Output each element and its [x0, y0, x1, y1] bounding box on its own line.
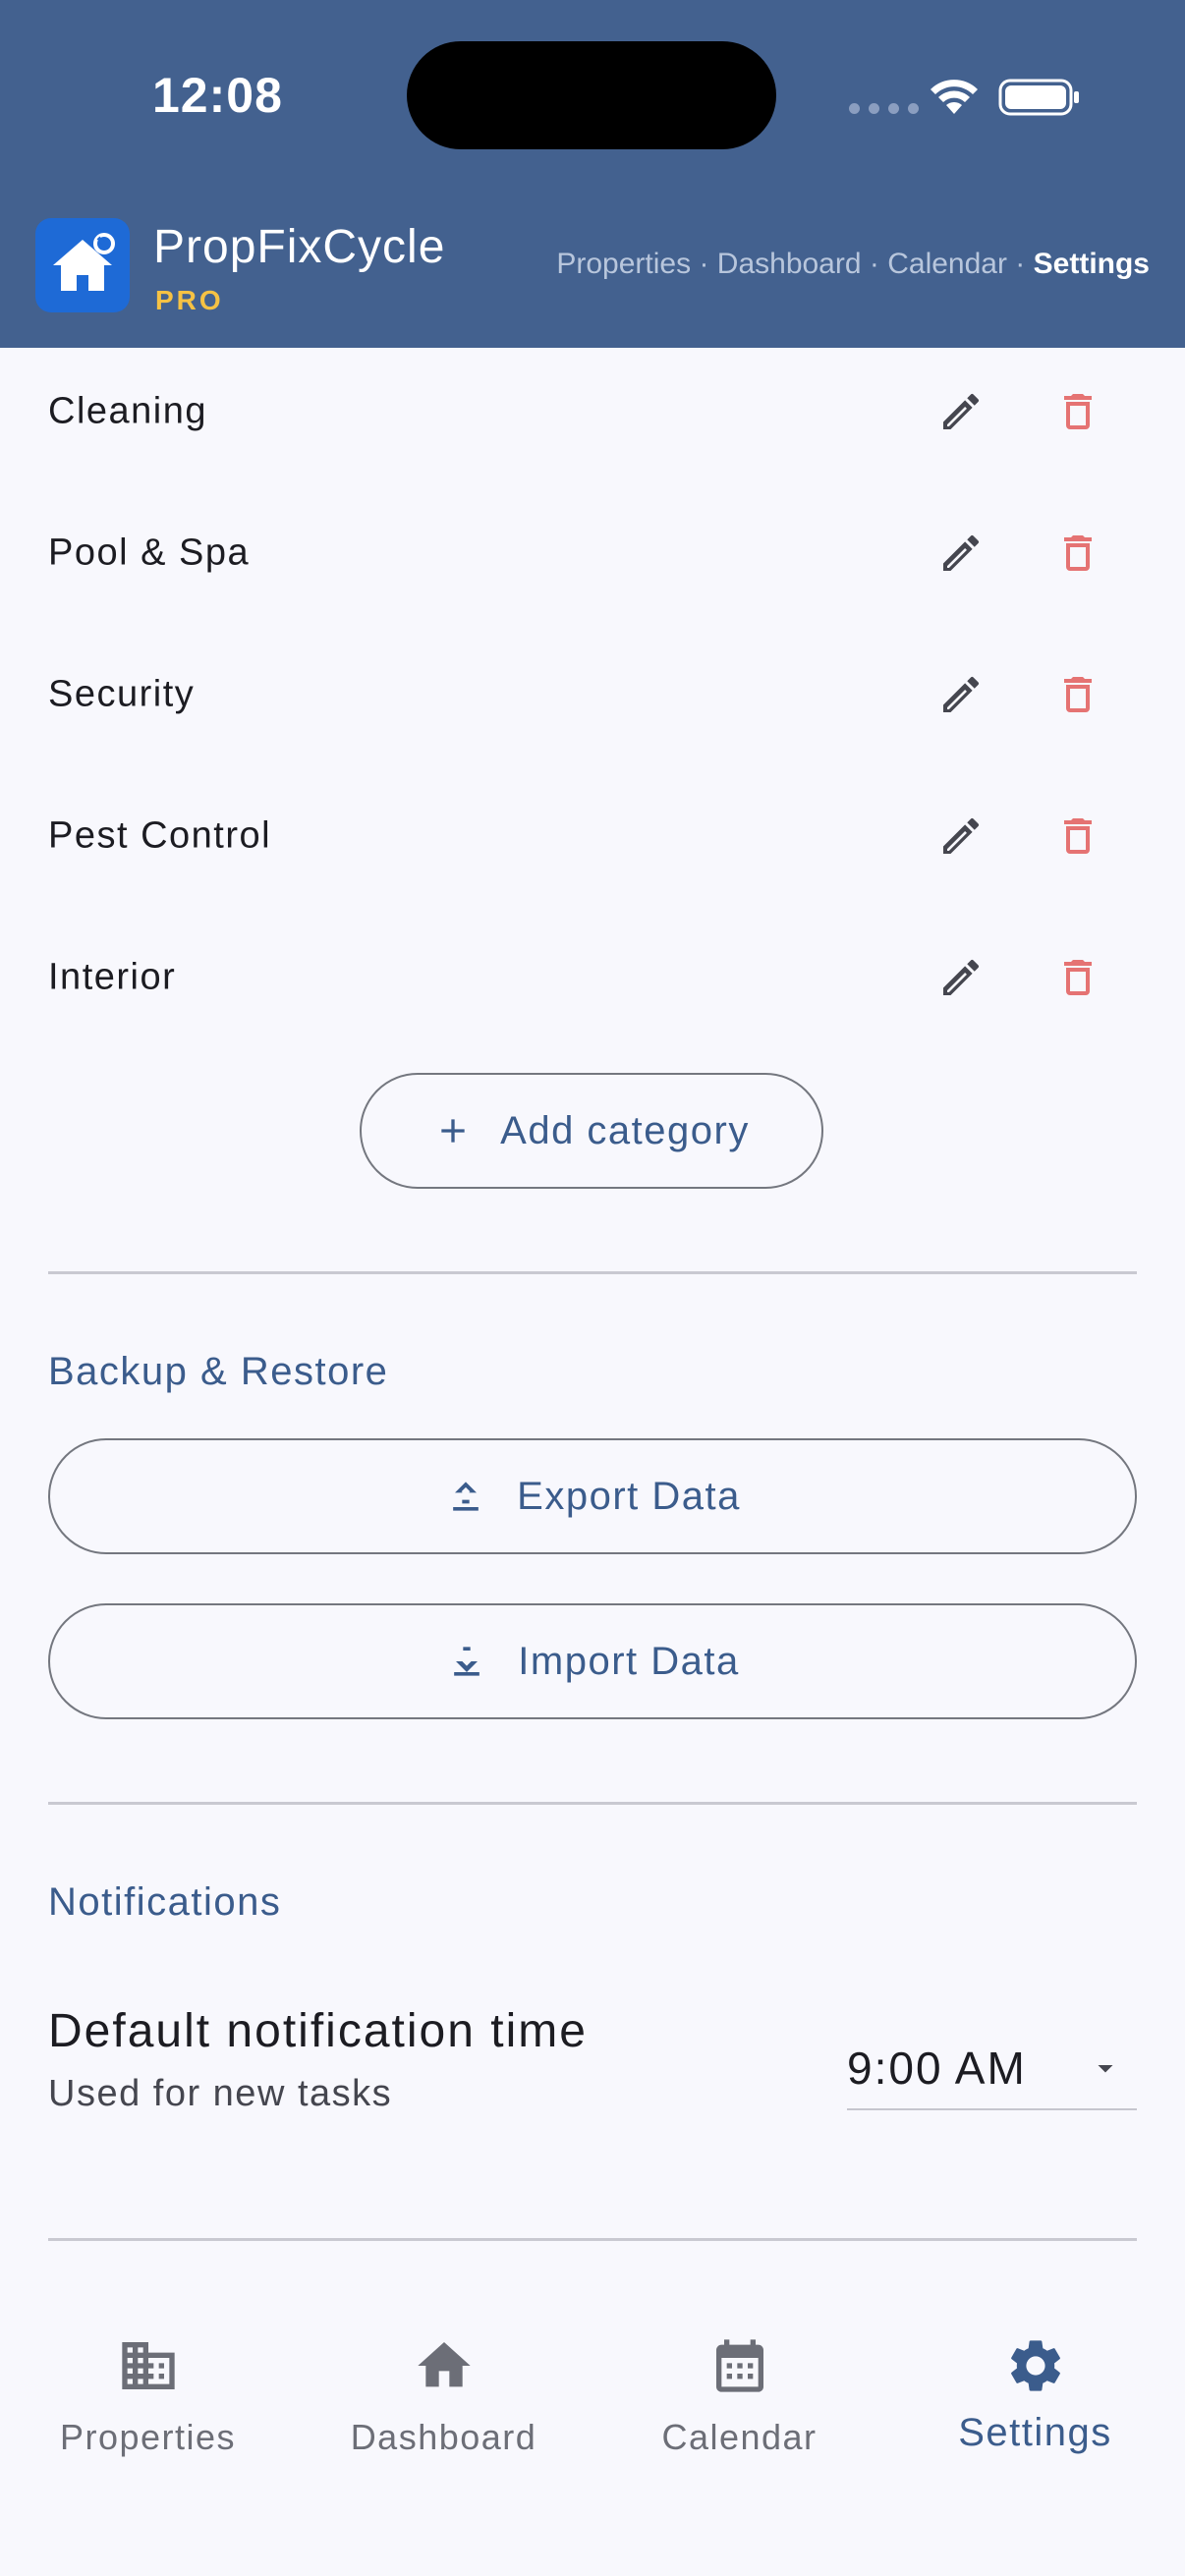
status-time: 12:08 [152, 68, 283, 123]
category-row: Interior [0, 907, 1185, 1048]
house-logo-icon [53, 233, 115, 291]
top-nav-dashboard[interactable]: Dashboard [717, 248, 862, 280]
pencil-icon [943, 393, 980, 429]
category-label: Interior [48, 956, 177, 998]
app-header: 12:08 PropFixCycle PRO Properties · Dash… [0, 0, 1185, 348]
delete-category-button[interactable] [1046, 805, 1109, 868]
divider [48, 1271, 1137, 1274]
app-logo [35, 218, 130, 312]
building-icon [121, 2342, 175, 2389]
top-nav-calendar[interactable]: Calendar [887, 248, 1007, 280]
edit-category-button[interactable] [930, 380, 992, 443]
bottom-nav-label: Settings [958, 2411, 1112, 2454]
trash-icon [1064, 960, 1092, 995]
backup-section-title: Backup & Restore [48, 1350, 389, 1393]
add-category-label: Add category [500, 1108, 750, 1152]
gear-icon [1010, 2340, 1060, 2391]
delete-category-button[interactable] [1046, 522, 1109, 585]
category-row: Cleaning [0, 341, 1185, 482]
edit-category-button[interactable] [930, 805, 992, 868]
bottom-nav-label: Dashboard [350, 2417, 537, 2457]
export-data-label: Export Data [517, 1474, 741, 1518]
bottom-nav-properties[interactable]: Properties [0, 2289, 296, 2505]
top-nav-separator: · [1006, 248, 1034, 280]
plus-icon [441, 1119, 465, 1143]
category-label: Security [48, 673, 196, 715]
top-nav-separator: · [691, 248, 717, 280]
trash-icon [1064, 818, 1092, 854]
upload-icon [453, 1482, 479, 1511]
notifications-section-title: Notifications [48, 1880, 282, 1924]
default-notification-time-label: Default notification time [48, 2005, 588, 2057]
divider [48, 2238, 1137, 2241]
delete-category-button[interactable] [1046, 380, 1109, 443]
category-label: Pest Control [48, 814, 272, 857]
delete-category-button[interactable] [1046, 946, 1109, 1009]
bottom-navigation: Properties Dashboard Calendar Settings [0, 2289, 1185, 2576]
edit-category-button[interactable] [930, 522, 992, 585]
edit-category-button[interactable] [930, 663, 992, 726]
calendar-icon [715, 2339, 763, 2392]
default-notification-time-subtitle: Used for new tasks [48, 2073, 393, 2114]
trash-icon [1064, 394, 1092, 429]
import-data-label: Import Data [518, 1639, 740, 1683]
home-icon [417, 2342, 471, 2387]
dropdown-arrow-icon [1098, 2065, 1113, 2073]
top-nav-separator: · [861, 248, 888, 280]
pro-badge: PRO [155, 285, 224, 315]
category-label: Pool & Spa [48, 532, 251, 574]
export-data-button[interactable]: Export Data [48, 1438, 1137, 1554]
bottom-nav-dashboard[interactable]: Dashboard [296, 2289, 592, 2505]
pencil-icon [943, 534, 980, 571]
bottom-nav-settings[interactable]: Settings [887, 2289, 1183, 2505]
cellular-signal-icon [849, 103, 919, 114]
divider [48, 1802, 1137, 1805]
pencil-icon [943, 676, 980, 712]
notification-time-dropdown[interactable]: 9:00 AM [847, 2028, 1137, 2110]
edit-category-button[interactable] [930, 946, 992, 1009]
wifi-icon [931, 80, 978, 114]
pencil-icon [943, 817, 980, 854]
top-nav-settings[interactable]: Settings [1034, 248, 1150, 280]
top-nav: Properties · Dashboard · Calendar · Sett… [556, 248, 1150, 281]
download-icon [454, 1647, 480, 1676]
delete-category-button[interactable] [1046, 663, 1109, 726]
add-category-button[interactable]: Add category [360, 1073, 823, 1189]
trash-icon [1064, 677, 1092, 712]
dynamic-island [407, 41, 776, 149]
category-row: Pool & Spa [0, 482, 1185, 624]
category-row: Pest Control [0, 765, 1185, 907]
trash-icon [1064, 535, 1092, 571]
notification-time-value: 9:00 AM [847, 2043, 1027, 2094]
import-data-button[interactable]: Import Data [48, 1603, 1137, 1719]
bottom-nav-calendar[interactable]: Calendar [592, 2289, 887, 2505]
category-label: Cleaning [48, 390, 207, 432]
bottom-nav-label: Properties [59, 2417, 237, 2457]
app-name: PropFixCycle [153, 221, 446, 273]
top-nav-properties[interactable]: Properties [556, 248, 691, 280]
bottom-nav-label: Calendar [661, 2417, 818, 2457]
battery-icon [998, 79, 1079, 116]
category-row: Security [0, 624, 1185, 765]
pencil-icon [943, 959, 980, 995]
